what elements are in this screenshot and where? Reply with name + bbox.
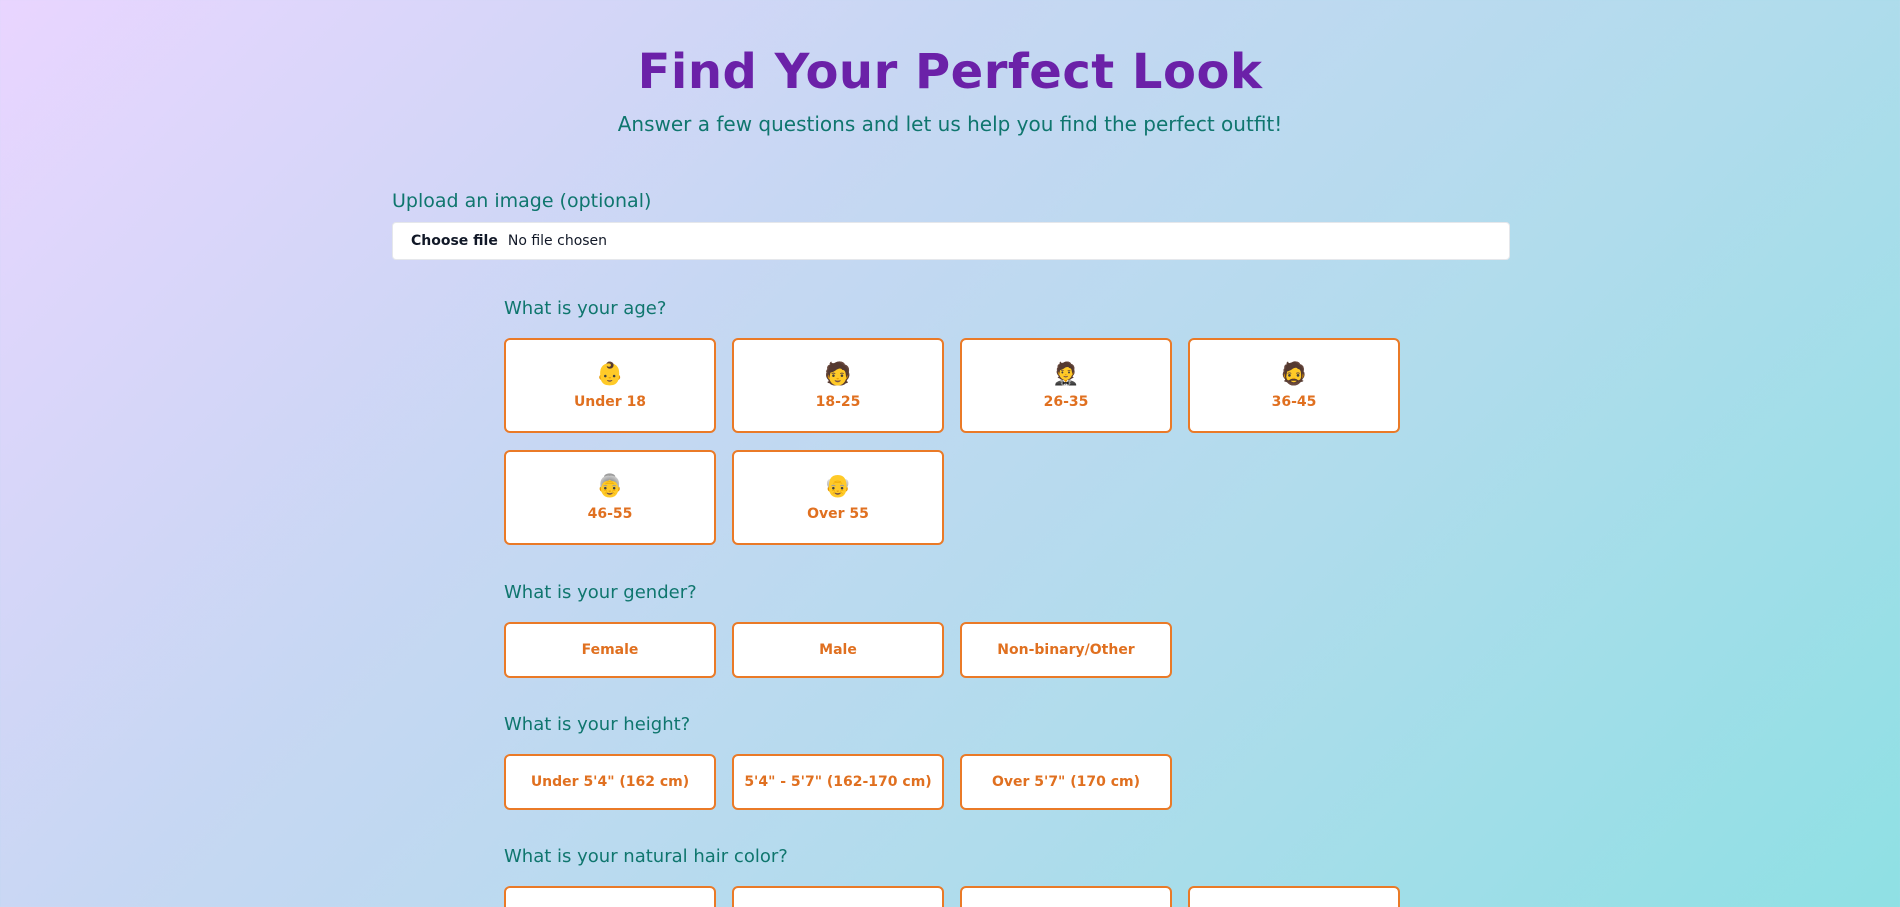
option-label: 5'4" - 5'7" (162-170 cm) bbox=[744, 774, 932, 790]
option-label: Non-binary/Other bbox=[997, 642, 1135, 658]
hair-option[interactable] bbox=[732, 886, 944, 907]
option-label: Over 55 bbox=[807, 505, 869, 522]
file-status-text: No file chosen bbox=[507, 233, 608, 249]
gender-option-female[interactable]: Female bbox=[504, 622, 716, 678]
gender-option-male[interactable]: Male bbox=[732, 622, 944, 678]
hair-option[interactable] bbox=[960, 886, 1172, 907]
option-label: 18-25 bbox=[815, 393, 861, 410]
baby-icon: 👶 bbox=[596, 361, 624, 387]
height-question-label: What is your height? bbox=[504, 714, 691, 735]
choose-file-button[interactable]: Choose file bbox=[411, 233, 498, 249]
age-option-over-55[interactable]: 👴 Over 55 bbox=[732, 450, 944, 545]
age-option-26-35[interactable]: 🤵 26-35 bbox=[960, 338, 1172, 433]
option-label: 26-35 bbox=[1043, 393, 1089, 410]
page-subtitle: Answer a few questions and let us help y… bbox=[617, 112, 1283, 136]
file-upload-input[interactable]: Choose file No file chosen bbox=[392, 222, 1510, 260]
option-label: Under 5'4" (162 cm) bbox=[530, 774, 690, 790]
person-icon: 🧑 bbox=[824, 361, 852, 387]
height-option-5-4-to-5-7[interactable]: 5'4" - 5'7" (162-170 cm) bbox=[732, 754, 944, 810]
age-option-36-45[interactable]: 🧔 36-45 bbox=[1188, 338, 1400, 433]
bearded-person-icon: 🧔 bbox=[1280, 361, 1308, 387]
option-label: Male bbox=[819, 642, 857, 658]
option-label: Over 5'7" (170 cm) bbox=[991, 774, 1141, 790]
option-label: 36-45 bbox=[1271, 393, 1317, 410]
page-title: Find Your Perfect Look bbox=[637, 44, 1263, 100]
option-label: Female bbox=[581, 642, 639, 658]
option-label: Under 18 bbox=[573, 393, 647, 410]
age-option-under-18[interactable]: 👶 Under 18 bbox=[504, 338, 716, 433]
older-woman-icon: 👵 bbox=[596, 473, 624, 499]
age-option-46-55[interactable]: 👵 46-55 bbox=[504, 450, 716, 545]
hair-option[interactable] bbox=[504, 886, 716, 907]
gender-option-non-binary[interactable]: Non-binary/Other bbox=[960, 622, 1172, 678]
age-question-label: What is your age? bbox=[504, 298, 667, 319]
height-option-over-5-7[interactable]: Over 5'7" (170 cm) bbox=[960, 754, 1172, 810]
age-option-18-25[interactable]: 🧑 18-25 bbox=[732, 338, 944, 433]
older-man-icon: 👴 bbox=[824, 473, 852, 499]
gender-question-label: What is your gender? bbox=[504, 582, 697, 603]
upload-label: Upload an image (optional) bbox=[392, 190, 652, 212]
hair-option[interactable] bbox=[1188, 886, 1400, 907]
person-in-suit-icon: 🤵 bbox=[1052, 361, 1080, 387]
hair-question-label: What is your natural hair color? bbox=[504, 846, 788, 867]
height-option-under-5-4[interactable]: Under 5'4" (162 cm) bbox=[504, 754, 716, 810]
option-label: 46-55 bbox=[587, 505, 633, 522]
